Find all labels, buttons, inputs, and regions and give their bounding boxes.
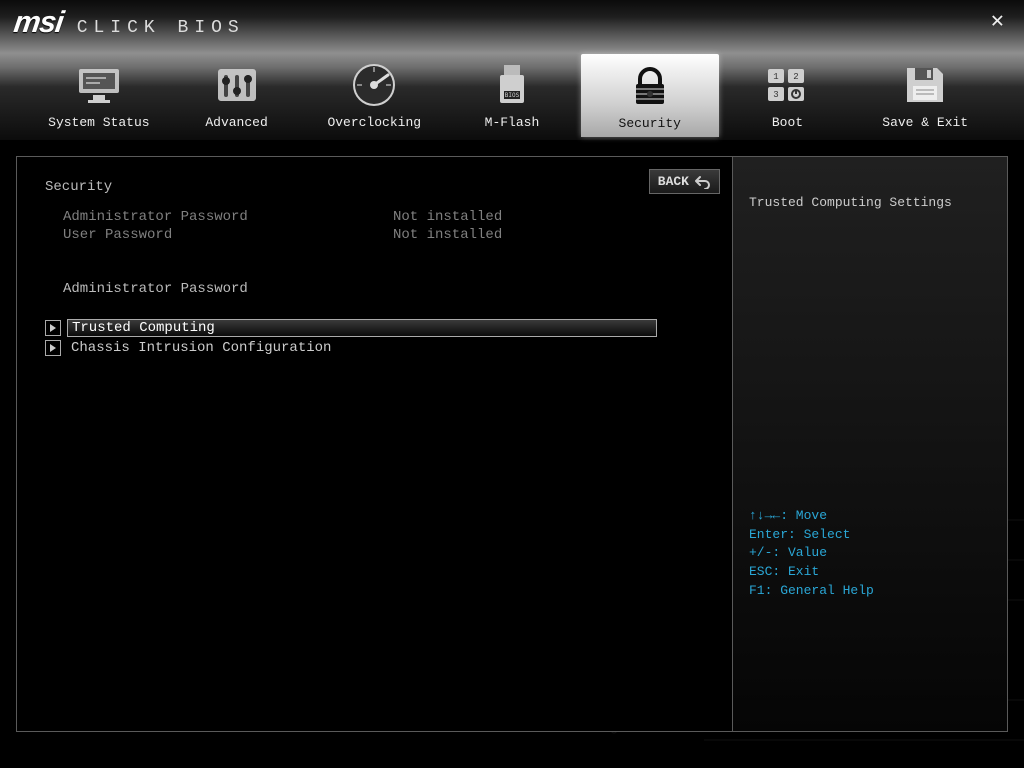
info-value: Not installed: [393, 227, 502, 243]
info-row: User PasswordNot installed: [63, 227, 704, 243]
tab-overclocking[interactable]: Overclocking: [305, 53, 443, 136]
submenu-chassis-intrusion-configuration[interactable]: Chassis Intrusion Configuration: [45, 339, 704, 357]
info-row: Administrator PasswordNot installed: [63, 209, 704, 225]
keypad-icon: 1 2 3: [759, 59, 815, 111]
tab-system-status[interactable]: System Status: [30, 53, 168, 136]
info-key: Administrator Password: [63, 209, 393, 225]
help-title: Trusted Computing Settings: [749, 195, 991, 210]
submenu-arrow-icon: [45, 320, 61, 336]
product-title: CLICK BIOS: [77, 18, 245, 38]
section-title: Security: [45, 179, 704, 195]
main-panel: BACK Security Administrator PasswordNot …: [17, 157, 732, 731]
usb-bios-icon: BIOS: [484, 59, 540, 111]
floppy-icon: [897, 59, 953, 111]
tab-label: Security: [619, 116, 681, 131]
submenu-trusted-computing[interactable]: Trusted Computing: [45, 319, 704, 337]
sliders-icon: [209, 59, 265, 111]
submenu-arrow-icon: [45, 340, 61, 356]
msi-wordmark: msi: [12, 6, 65, 40]
tab-m-flash[interactable]: BIOS M-Flash: [443, 53, 581, 136]
info-value: Not installed: [393, 209, 502, 225]
brand-row: msi CLICK BIOS ✕: [0, 0, 1024, 40]
back-button[interactable]: BACK: [649, 169, 720, 194]
tab-label: M-Flash: [485, 115, 540, 130]
svg-text:2: 2: [794, 72, 799, 82]
help-shortcuts: ↑↓→←: Move Enter: Select +/-: Value ESC:…: [749, 507, 991, 601]
workspace: BACK Security Administrator PasswordNot …: [16, 156, 1008, 732]
tab-label: System Status: [48, 115, 149, 130]
tab-label: Overclocking: [327, 115, 421, 130]
svg-text:1: 1: [774, 72, 779, 82]
gauge-icon: [346, 59, 402, 111]
tab-save-exit[interactable]: Save & Exit: [856, 53, 994, 136]
submenu-label: Chassis Intrusion Configuration: [67, 339, 704, 357]
main-tabs: System Status Advanced Overclocking BIOS…: [0, 40, 1024, 140]
tab-label: Save & Exit: [882, 115, 968, 130]
help-sidebar: Trusted Computing Settings ↑↓→←: Move En…: [732, 157, 1007, 731]
tab-security[interactable]: Security: [581, 54, 719, 137]
monitor-icon: [71, 59, 127, 111]
tab-label: Advanced: [205, 115, 267, 130]
svg-text:BIOS: BIOS: [505, 92, 520, 99]
tab-boot[interactable]: 1 2 3 Boot: [719, 53, 857, 136]
submenu-label: Trusted Computing: [67, 319, 657, 337]
action-administrator-password[interactable]: Administrator Password: [63, 281, 704, 297]
svg-text:3: 3: [774, 90, 779, 100]
tab-label: Boot: [772, 115, 803, 130]
brand-logo: msi CLICK BIOS: [14, 6, 245, 40]
lock-icon: [622, 60, 678, 112]
info-key: User Password: [63, 227, 393, 243]
header: msi CLICK BIOS ✕ System Status Advanced …: [0, 0, 1024, 140]
undo-icon: [695, 175, 711, 189]
tab-advanced[interactable]: Advanced: [168, 53, 306, 136]
close-button[interactable]: ✕: [991, 8, 1004, 34]
back-label: BACK: [658, 174, 689, 189]
